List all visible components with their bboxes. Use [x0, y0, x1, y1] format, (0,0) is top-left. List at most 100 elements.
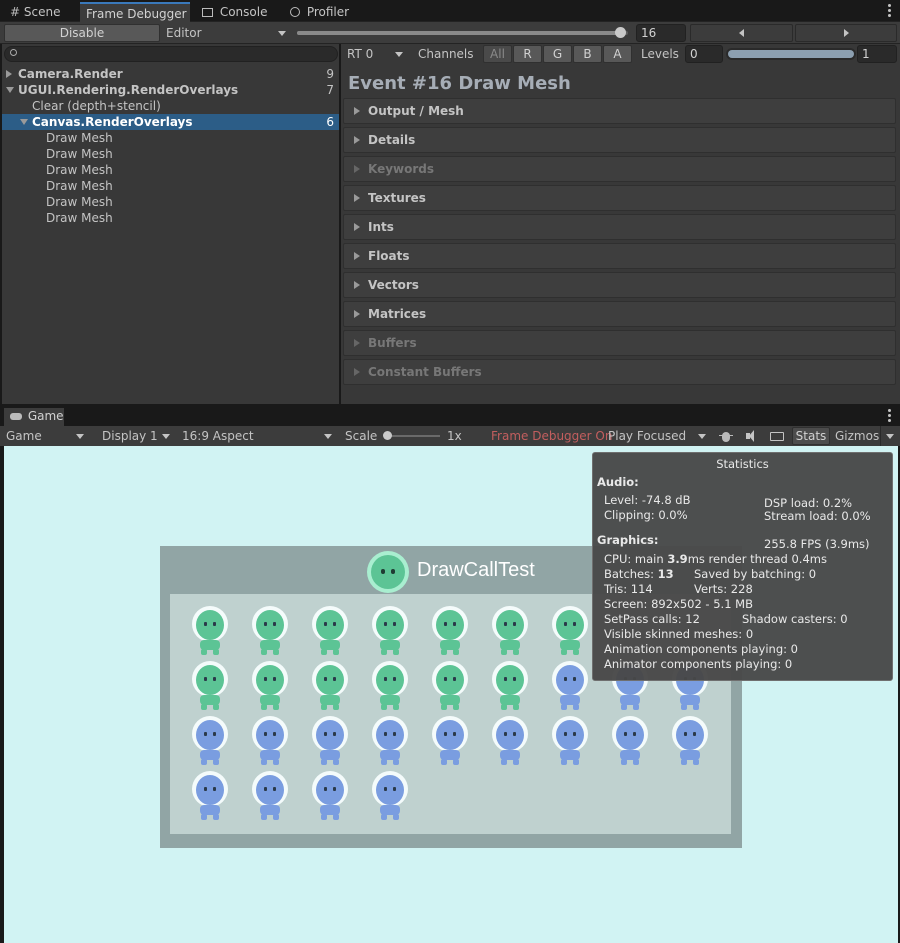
tree-row-selected[interactable]: Canvas.RenderOverlays 6	[2, 114, 339, 130]
blue-character-sprite	[250, 716, 290, 766]
previous-event-button[interactable]	[690, 24, 793, 42]
tab-console[interactable]: Console	[196, 2, 276, 22]
channel-button-g[interactable]: G	[543, 45, 572, 63]
channel-button-r[interactable]: R	[513, 45, 542, 63]
event-slider-handle[interactable]	[615, 27, 627, 38]
event-slider-fill	[297, 31, 622, 35]
aspect-dropdown[interactable]: 16:9 Aspect	[178, 427, 338, 445]
display-dropdown-label: Display 1	[102, 429, 158, 443]
levels-max-field[interactable]: 1	[857, 45, 897, 63]
tree-row[interactable]: Clear (depth+stencil)	[2, 98, 339, 114]
tree-row-label: Camera.Render	[18, 67, 123, 81]
stats-toggle-button[interactable]: Stats	[792, 427, 830, 445]
stats-stream: Stream load: 0.0%	[764, 509, 871, 523]
foldout-keywords[interactable]: Keywords	[343, 156, 896, 182]
gamepad-icon	[10, 413, 22, 420]
green-character-sprite	[190, 661, 230, 711]
next-event-button[interactable]	[795, 24, 897, 42]
foldout-details[interactable]: Details	[343, 127, 896, 153]
foldout-output-mesh[interactable]: Output / Mesh	[343, 98, 896, 124]
search-input[interactable]	[4, 46, 338, 62]
channel-button-all[interactable]: All	[483, 45, 512, 63]
tree-row[interactable]: Draw Mesh	[2, 130, 339, 146]
event-hierarchy-panel: Camera.Render 9 UGUI.Rendering.RenderOverl…	[2, 44, 339, 404]
foldout-floats[interactable]: Floats	[343, 243, 896, 269]
tab-label: Console	[219, 5, 268, 19]
target-dropdown[interactable]: Editor	[162, 24, 292, 42]
play-mode-dropdown[interactable]: Play Focused	[604, 427, 712, 445]
green-character-sprite	[490, 661, 530, 711]
foldout-label: Ints	[368, 220, 394, 234]
stats-title: Statistics	[716, 457, 769, 471]
tree-row-label: Canvas.RenderOverlays	[32, 115, 193, 129]
game-more-options-icon[interactable]	[888, 409, 891, 422]
foldout-buffers[interactable]: Buffers	[343, 330, 896, 356]
foldout-label: Textures	[368, 191, 426, 205]
green-character-sprite	[370, 661, 410, 711]
tab-scene[interactable]: # Scene	[4, 2, 76, 22]
stats-clipping: Clipping: 0.0%	[604, 508, 688, 522]
green-character-sprite	[190, 606, 230, 656]
collapsed-arrow-icon[interactable]	[6, 70, 12, 78]
tree-row[interactable]: UGUI.Rendering.RenderOverlays 7	[2, 82, 339, 98]
levels-range-slider[interactable]	[726, 48, 856, 60]
top-tab-bar: # Scene Frame Debugger Console Profiler	[0, 0, 900, 22]
gizmos-button[interactable]: Gizmos	[835, 429, 879, 443]
scale-label: Scale	[345, 429, 378, 443]
tree-row[interactable]: Camera.Render 9	[2, 66, 339, 82]
expanded-arrow-icon[interactable]	[6, 87, 14, 93]
stopwatch-icon	[290, 7, 300, 17]
tree-row[interactable]: Draw Mesh	[2, 178, 339, 194]
stats-animation: Animation components playing: 0	[604, 642, 798, 656]
stats-batches: Batches: 13	[604, 567, 674, 581]
stats-tris: Tris: 114	[604, 582, 653, 596]
foldout-label: Details	[368, 133, 416, 147]
expanded-arrow-icon[interactable]	[20, 119, 28, 125]
channel-button-a[interactable]: A	[603, 45, 632, 63]
blue-character-sprite	[430, 716, 470, 766]
tree-row-label: Draw Mesh	[46, 179, 113, 193]
foldout-label: Output / Mesh	[368, 104, 464, 118]
foldout-label: Keywords	[368, 162, 435, 176]
tab-game[interactable]: Game	[4, 408, 64, 426]
blue-character-sprite	[190, 716, 230, 766]
blue-character-sprite	[310, 771, 350, 821]
foldout-matrices[interactable]: Matrices	[343, 301, 896, 327]
stats-cpu-suffix: ms render thread 0.4ms	[687, 552, 827, 566]
tree-row[interactable]: Draw Mesh	[2, 146, 339, 162]
foldout-ints[interactable]: Ints	[343, 214, 896, 240]
game-viewport[interactable]: DrawCallTest Statistics Audio: Level: -7…	[4, 446, 898, 943]
stats-setpass: SetPass calls: 12	[604, 612, 700, 626]
audio-mute-icon[interactable]	[742, 429, 762, 443]
tree-row[interactable]: Draw Mesh	[2, 162, 339, 178]
more-options-icon[interactable]	[888, 4, 891, 17]
tab-frame-debugger[interactable]: Frame Debugger	[80, 2, 190, 22]
foldout-vectors[interactable]: Vectors	[343, 272, 896, 298]
keyboard-icon[interactable]	[769, 429, 787, 443]
stats-cpu: CPU: main 3.9ms render thread 0.4ms	[604, 552, 827, 566]
tab-label: Scene	[23, 5, 61, 19]
event-index-field[interactable]: 16	[636, 24, 686, 42]
disable-button[interactable]: Disable	[4, 24, 160, 42]
blue-character-sprite	[250, 771, 290, 821]
foldout-constant-buffers[interactable]: Constant Buffers	[343, 359, 896, 385]
blue-character-sprite	[610, 716, 650, 766]
channel-buttons: All R G B A	[483, 45, 633, 63]
tree-row[interactable]: Draw Mesh	[2, 210, 339, 226]
levels-min-field[interactable]: 0	[685, 45, 723, 63]
tab-profiler[interactable]: Profiler	[284, 2, 364, 22]
scale-slider-handle[interactable]	[383, 431, 392, 440]
channel-button-b[interactable]: B	[573, 45, 602, 63]
foldout-textures[interactable]: Textures	[343, 185, 896, 211]
tree-row[interactable]: Draw Mesh	[2, 194, 339, 210]
view-dropdown[interactable]: Game	[2, 427, 90, 445]
stats-shadow: Shadow casters: 0	[742, 612, 848, 626]
tab-label: Frame Debugger	[86, 7, 187, 21]
tab-label: Game	[27, 409, 64, 423]
display-dropdown[interactable]: Display 1	[98, 427, 176, 445]
foldout-label: Constant Buffers	[368, 365, 482, 379]
render-target-dropdown[interactable]: RT 0	[343, 45, 409, 63]
scale-slider-track[interactable]	[384, 435, 440, 437]
gizmos-dropdown-arrow-icon[interactable]	[886, 434, 894, 439]
bug-icon[interactable]	[718, 429, 734, 443]
